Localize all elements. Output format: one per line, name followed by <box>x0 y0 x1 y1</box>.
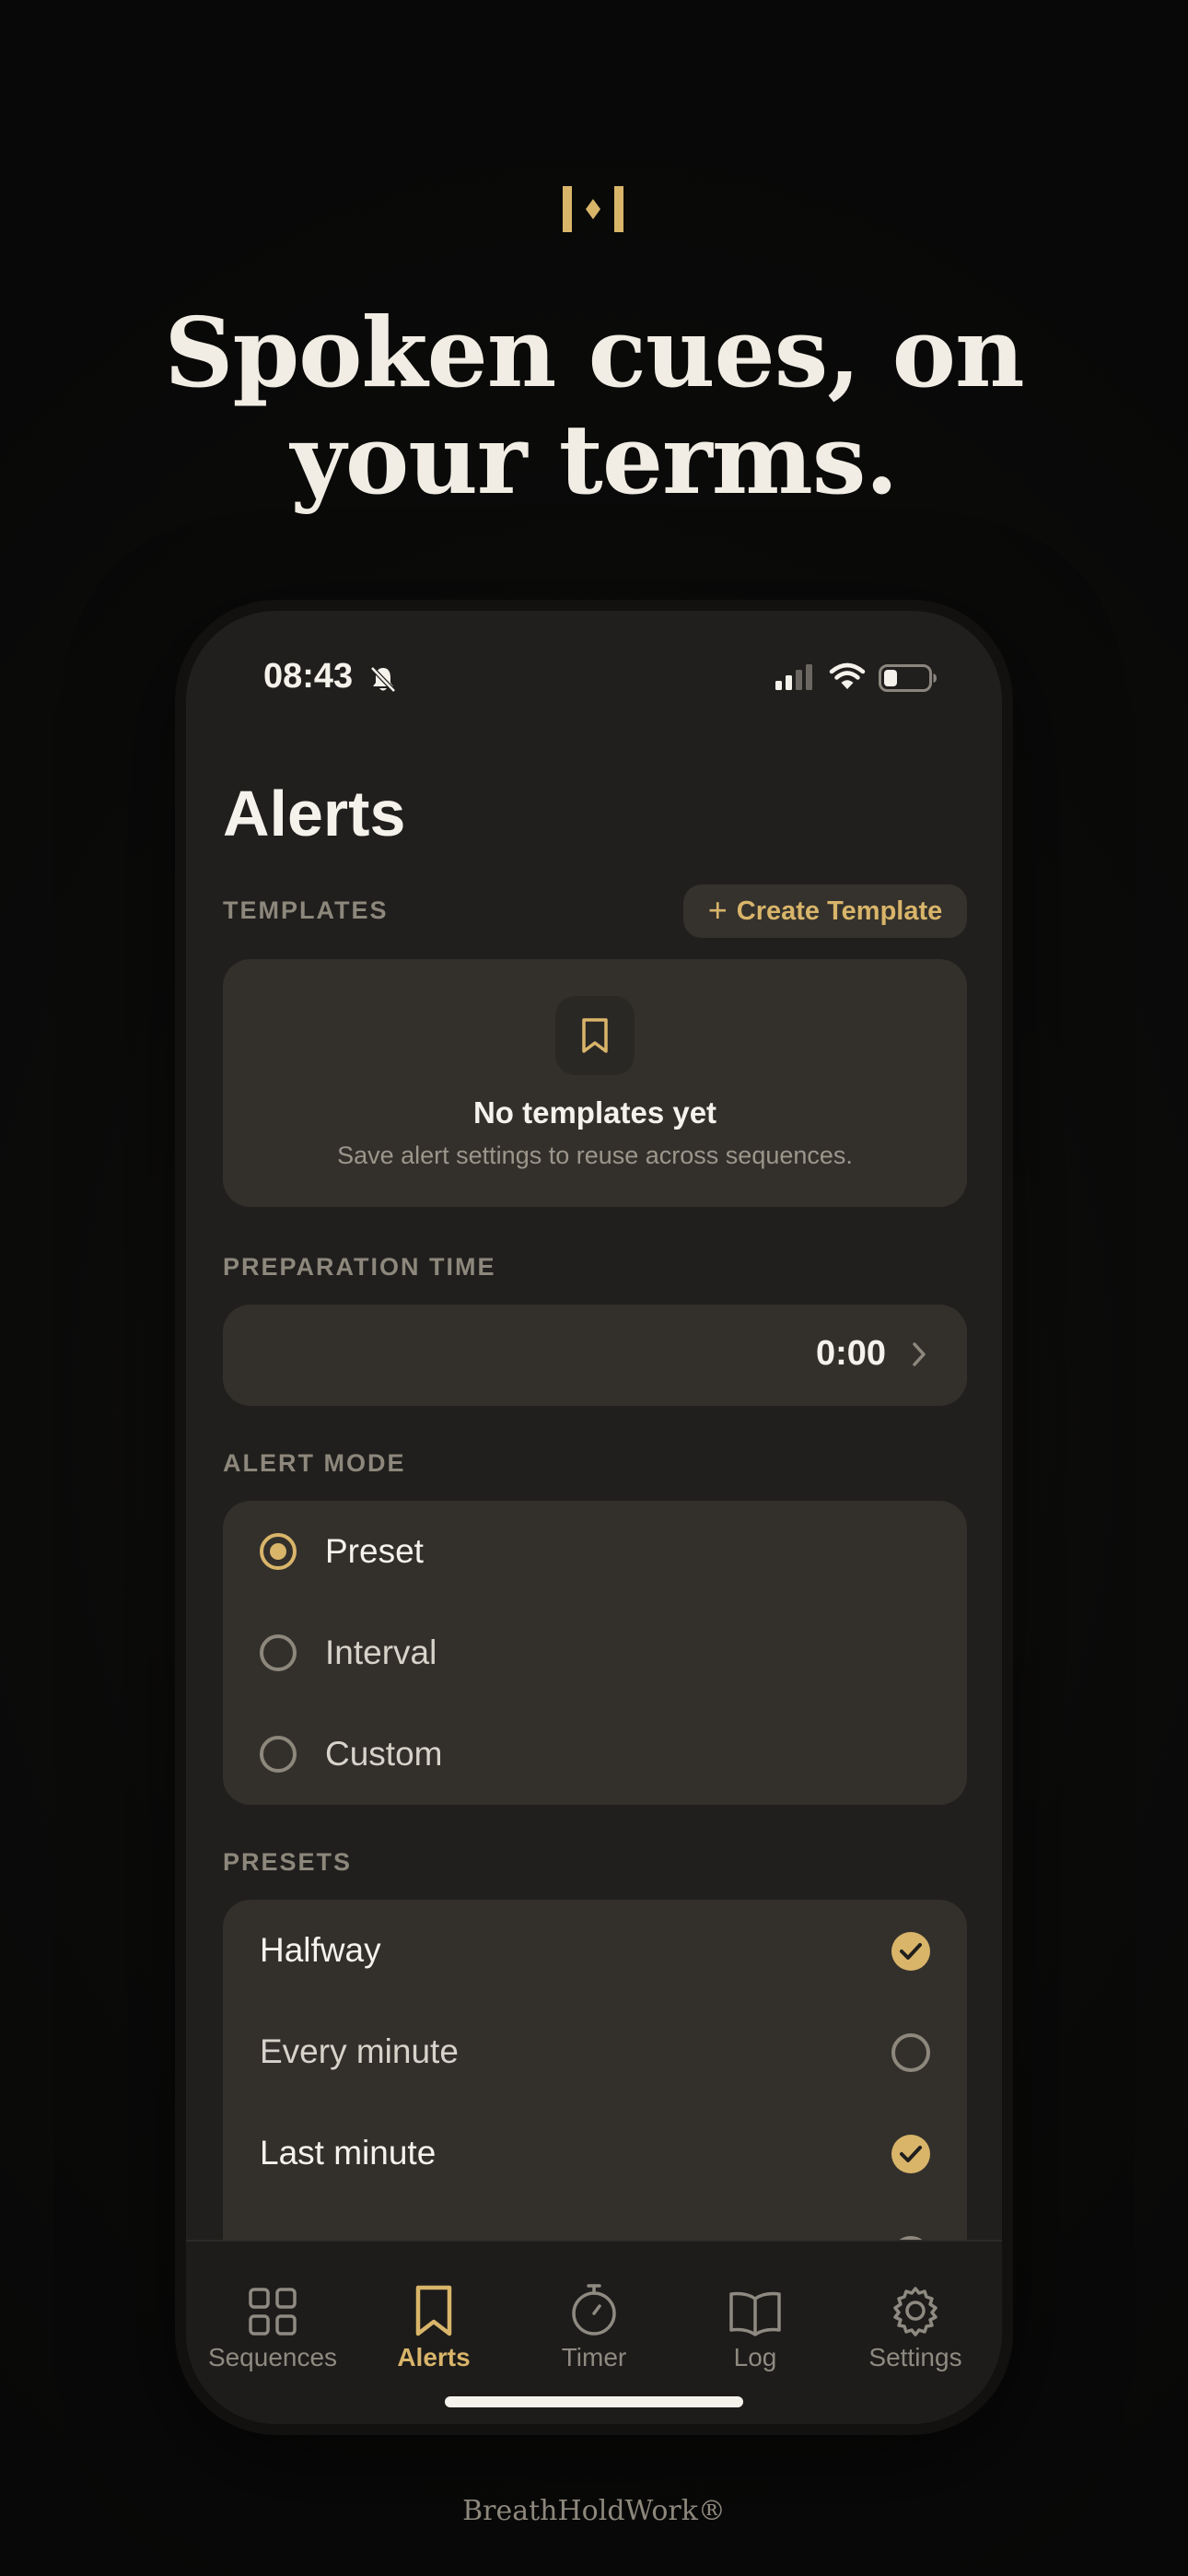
alert-mode-option-label: Custom <box>325 1735 443 1773</box>
gear-icon <box>834 2278 996 2337</box>
empty-state-title: No templates yet <box>472 1095 717 1130</box>
templates-empty-card: No templates yet Save alert settings to … <box>223 959 967 1207</box>
tab-alerts[interactable]: Alerts <box>353 2278 515 2372</box>
create-template-label: Create Template <box>736 896 943 926</box>
checkmark-circle-icon <box>891 2135 930 2173</box>
headline-line-1: Spoken cues, on <box>164 296 1024 409</box>
preparation-time-row[interactable]: 0:00 <box>223 1305 967 1406</box>
headline: Spoken cues, on your terms. <box>0 299 1188 513</box>
templates-section-label: TEMPLATES <box>223 896 389 924</box>
alert-mode-option-interval[interactable]: Interval <box>223 1602 967 1704</box>
tab-sequences[interactable]: Sequences <box>192 2278 354 2372</box>
alert-mode-option-label: Preset <box>325 1532 424 1570</box>
preset-row-halfway[interactable]: Halfway <box>223 1900 967 2001</box>
preset-label: Every minute <box>260 2032 459 2070</box>
plus-icon: + <box>707 890 728 929</box>
empty-circle-icon <box>891 2033 930 2072</box>
radio-selected-icon <box>260 1533 297 1570</box>
silent-bell-icon <box>368 664 398 698</box>
status-bar: 08:43 <box>186 611 1002 749</box>
preset-label: Last minute <box>260 2134 437 2172</box>
stopwatch-icon <box>513 2278 675 2337</box>
status-time: 08:43 <box>263 657 354 696</box>
tab-label: Alerts <box>397 2343 471 2371</box>
presets-section-label: PRESETS <box>223 1848 353 1876</box>
alert-mode-card: Preset Interval Custom <box>223 1501 967 1805</box>
create-template-button[interactable]: + Create Template <box>683 884 967 938</box>
headline-line-2: your terms. <box>290 403 898 516</box>
footer-brand: BreathHoldWork® <box>462 2495 726 2527</box>
tab-label: Sequences <box>207 2343 338 2371</box>
radio-unselected-icon <box>260 1634 297 1671</box>
preset-row-last-minute[interactable]: Last minute <box>223 2102 967 2204</box>
preset-row-every-minute[interactable]: Every minute <box>223 2001 967 2102</box>
wifi-icon <box>829 662 866 695</box>
tab-label: Settings <box>868 2343 962 2371</box>
alert-mode-option-preset[interactable]: Preset <box>223 1501 967 1602</box>
phone-frame: 08:43 Alerts TEMPLATES + Create Template… <box>186 611 1002 2424</box>
preparation-section-label: PREPARATION TIME <box>223 1253 496 1281</box>
alert-mode-section-label: ALERT MODE <box>223 1449 406 1477</box>
preset-label: Halfway <box>260 1931 381 1969</box>
tab-label: Log <box>733 2343 777 2371</box>
preparation-time-value: 0:00 <box>815 1334 886 1373</box>
grid-icon <box>192 2278 354 2337</box>
bookmark-icon <box>353 2278 515 2337</box>
bookmark-icon <box>555 996 635 1075</box>
radio-unselected-icon <box>260 1736 297 1773</box>
page-title: Alerts <box>223 778 406 849</box>
alert-mode-option-custom[interactable]: Custom <box>223 1704 967 1805</box>
checkmark-circle-icon <box>891 1932 930 1971</box>
battery-icon <box>879 664 938 697</box>
tab-settings[interactable]: Settings <box>834 2278 996 2372</box>
cellular-signal-icon <box>775 664 816 695</box>
tab-log[interactable]: Log <box>674 2278 836 2372</box>
tab-label: Timer <box>561 2343 627 2371</box>
alert-mode-option-label: Interval <box>325 1633 437 1671</box>
tab-timer[interactable]: Timer <box>513 2278 675 2372</box>
brand-logo <box>563 186 623 232</box>
home-indicator[interactable] <box>445 2396 743 2407</box>
chevron-right-icon <box>912 1341 926 1372</box>
empty-state-subtitle: Save alert settings to reuse across sequ… <box>337 1142 853 1169</box>
book-icon <box>674 2278 836 2337</box>
